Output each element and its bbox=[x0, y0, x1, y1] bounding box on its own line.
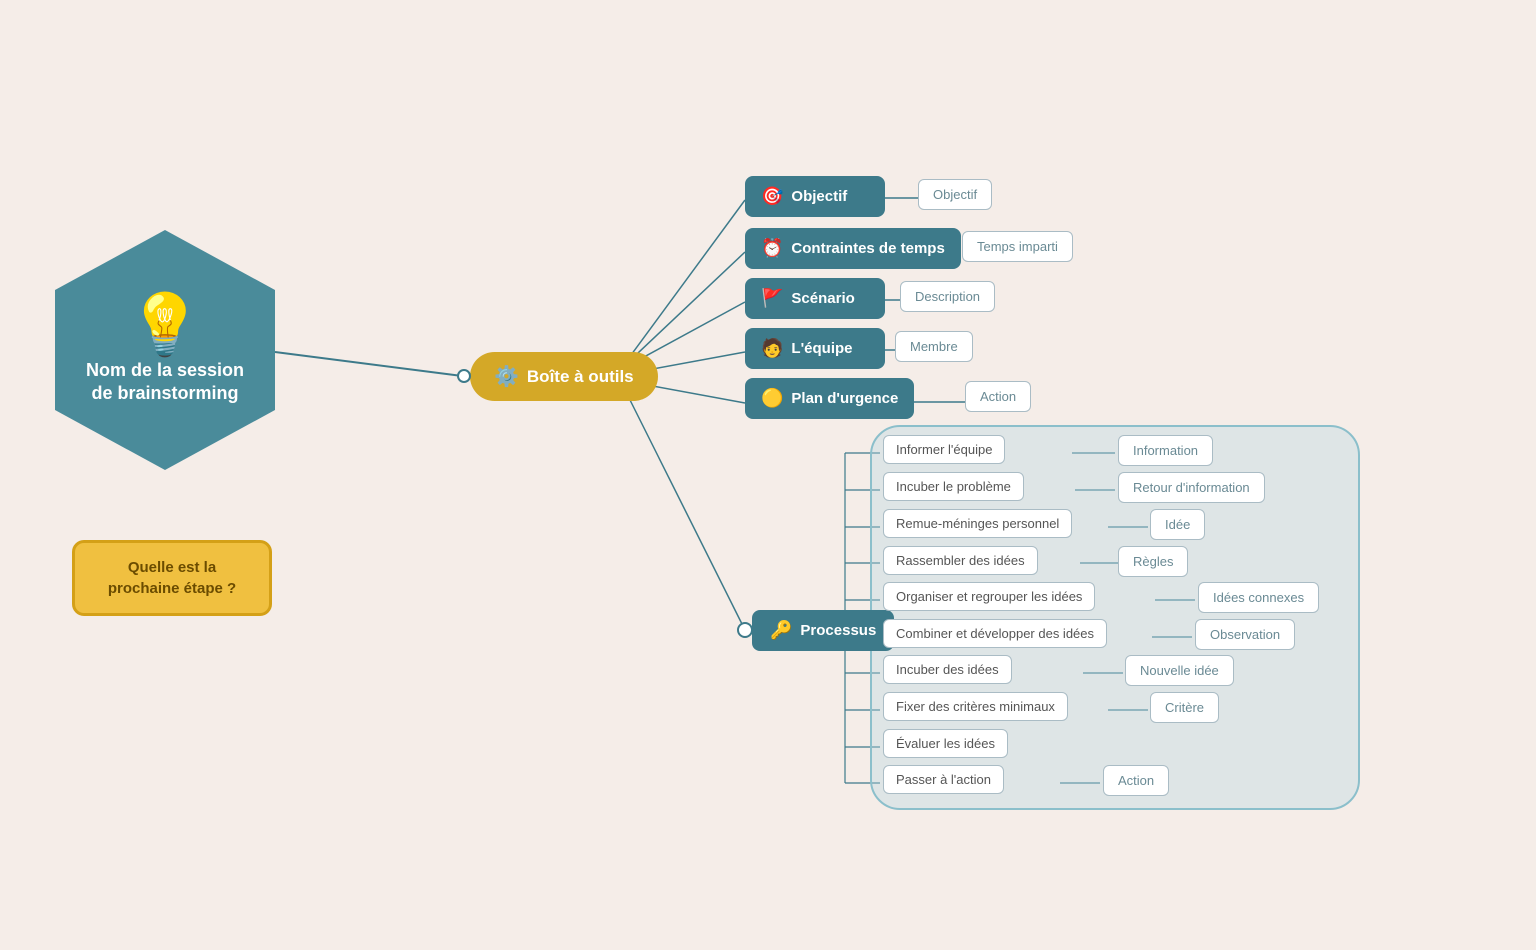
leaf-membre: Membre bbox=[895, 331, 973, 362]
branch-urgence[interactable]: 🟡 Plan d'urgence bbox=[745, 378, 914, 419]
process-passer: Passer à l'action bbox=[883, 765, 1004, 794]
gear-icon: ⚙️ bbox=[494, 364, 519, 389]
process-combiner: Combiner et développer des idées bbox=[883, 619, 1107, 648]
leaf-idee: Idée bbox=[1150, 509, 1205, 540]
process-organiser: Organiser et regrouper les idées bbox=[883, 582, 1095, 611]
branch-processus[interactable]: 🔑 Processus bbox=[752, 610, 894, 651]
connector-lines bbox=[0, 0, 1536, 950]
key-icon: 🔑 bbox=[770, 620, 792, 641]
leaf-temps: Temps imparti bbox=[962, 231, 1073, 262]
target-icon: 🎯 bbox=[761, 186, 783, 207]
leaf-description: Description bbox=[900, 281, 995, 312]
leaf-objectif: Objectif bbox=[918, 179, 992, 210]
clock-icon: ⏰ bbox=[761, 238, 783, 259]
process-informer: Informer l'équipe bbox=[883, 435, 1005, 464]
session-title: Nom de la session de brainstorming bbox=[66, 359, 264, 406]
leaf-action-urgence: Action bbox=[965, 381, 1031, 412]
mind-map: 💡 Nom de la session de brainstorming Que… bbox=[0, 0, 1536, 950]
lightbulb-icon: 💡 bbox=[128, 295, 203, 355]
branch-equipe[interactable]: 🧑 L'équipe bbox=[745, 328, 885, 369]
leaf-idees-connexes: Idées connexes bbox=[1198, 582, 1319, 613]
question-box: Quelle est la prochaine étape ? bbox=[72, 540, 272, 616]
leaf-nouvelle-idee: Nouvelle idée bbox=[1125, 655, 1234, 686]
person-icon: 🧑 bbox=[761, 338, 783, 359]
flag-icon: 🚩 bbox=[761, 288, 783, 309]
connection-dot bbox=[457, 369, 471, 383]
branch-contraintes[interactable]: ⏰ Contraintes de temps bbox=[745, 228, 961, 269]
leaf-information: Information bbox=[1118, 435, 1213, 466]
main-hex-node: 💡 Nom de la session de brainstorming bbox=[55, 230, 275, 470]
branch-objectif[interactable]: 🎯 Objectif bbox=[745, 176, 885, 217]
process-remue: Remue-méninges personnel bbox=[883, 509, 1072, 538]
process-fixer: Fixer des critères minimaux bbox=[883, 692, 1068, 721]
process-rassembler: Rassembler des idées bbox=[883, 546, 1038, 575]
leaf-action-passer: Action bbox=[1103, 765, 1169, 796]
process-incuber2: Incuber des idées bbox=[883, 655, 1012, 684]
leaf-retour: Retour d'information bbox=[1118, 472, 1265, 503]
central-node[interactable]: ⚙️ Boîte à outils bbox=[470, 352, 658, 401]
process-evaluer: Évaluer les idées bbox=[883, 729, 1008, 758]
leaf-critere: Critère bbox=[1150, 692, 1219, 723]
process-incuber1: Incuber le problème bbox=[883, 472, 1024, 501]
leaf-observation: Observation bbox=[1195, 619, 1295, 650]
leaf-regles: Règles bbox=[1118, 546, 1188, 577]
circle-icon: 🟡 bbox=[761, 388, 783, 409]
branch-scenario[interactable]: 🚩 Scénario bbox=[745, 278, 885, 319]
